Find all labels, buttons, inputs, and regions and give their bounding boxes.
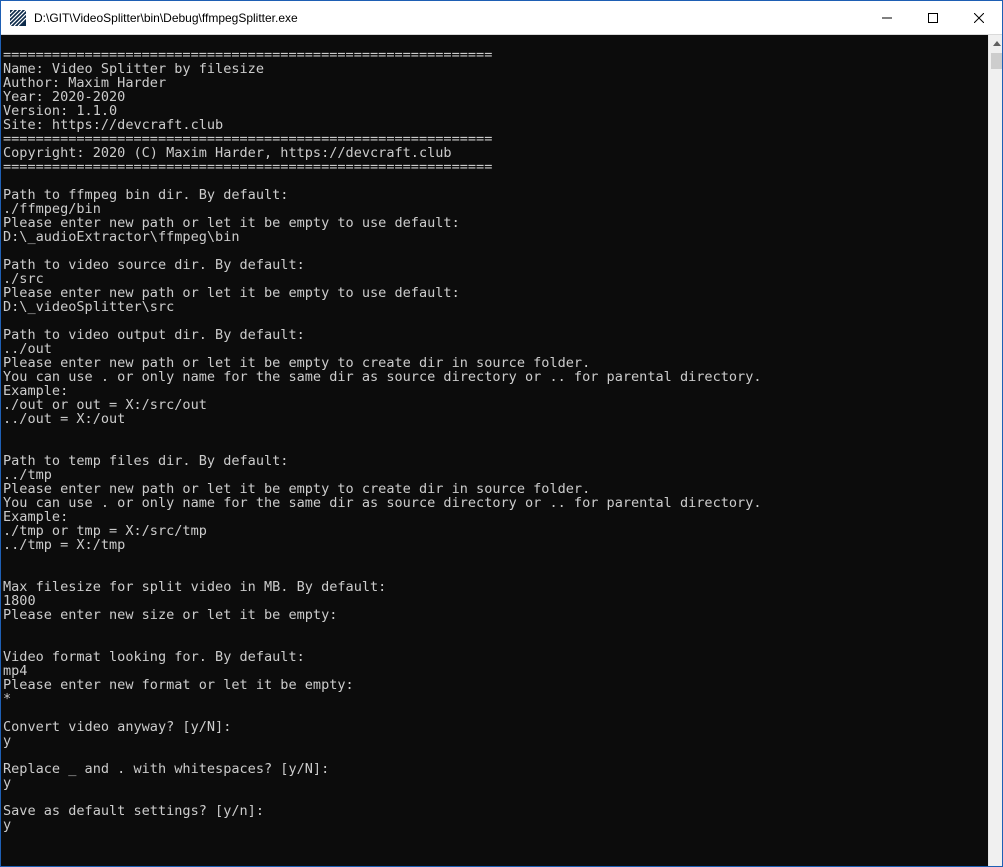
console-line: ../tmp: [3, 467, 52, 483]
console-line: You can use . or only name for the same …: [3, 495, 762, 511]
console-line: y: [3, 817, 12, 833]
console-line: Replace _ and . with whitespaces? [y/N]:: [3, 761, 330, 777]
console-line: ./tmp or tmp = X:/src/tmp: [3, 523, 207, 539]
title-bar[interactable]: D:\GIT\VideoSplitter\bin\Debug\ffmpegSpl…: [1, 1, 1002, 35]
console-line: Please enter new path or let it be empty…: [3, 481, 591, 497]
console-line: ../tmp = X:/tmp: [3, 537, 126, 553]
vertical-scrollbar[interactable]: [988, 35, 1002, 866]
console-line: Site: https://devcraft.club: [3, 117, 224, 133]
console-line: Max filesize for split video in MB. By d…: [3, 579, 387, 595]
console-line: Convert video anyway? [y/N]:: [3, 719, 232, 735]
console-window: D:\GIT\VideoSplitter\bin\Debug\ffmpegSpl…: [0, 0, 1003, 867]
console-line: y: [3, 733, 12, 749]
console-line: y: [3, 775, 12, 791]
console-line: Example:: [3, 383, 69, 399]
console-line: Example:: [3, 509, 69, 525]
console-line: ./out or out = X:/src/out: [3, 397, 207, 413]
console-line: ========================================…: [3, 159, 493, 175]
console-line: You can use . or only name for the same …: [3, 369, 762, 385]
console-line: Path to video source dir. By default:: [3, 257, 305, 273]
console-line: Video format looking for. By default:: [3, 649, 305, 665]
scrollbar-thumb[interactable]: [991, 53, 1002, 69]
console-line: Path to ffmpeg bin dir. By default:: [3, 187, 289, 203]
chevron-up-icon: [992, 41, 1001, 46]
console-line: ========================================…: [3, 47, 493, 63]
console-line: mp4: [3, 663, 28, 679]
console-line: Year: 2020-2020: [3, 89, 126, 105]
console-line: Version: 1.1.0: [3, 103, 118, 119]
console-line: Author: Maxim Harder: [3, 75, 167, 91]
console-line: ../out = X:/out: [3, 411, 126, 427]
console-line: ========================================…: [3, 131, 493, 147]
console-line: Name: Video Splitter by filesize: [3, 61, 264, 77]
console-output[interactable]: ========================================…: [1, 35, 988, 866]
console-line: Copyright: 2020 (C) Maxim Harder, https:…: [3, 145, 452, 161]
minimize-icon: [882, 17, 892, 18]
console-line: Please enter new path or let it be empty…: [3, 285, 460, 301]
console-line: Please enter new path or let it be empty…: [3, 355, 591, 371]
window-title: D:\GIT\VideoSplitter\bin\Debug\ffmpegSpl…: [34, 11, 298, 25]
console-line: Path to video output dir. By default:: [3, 327, 305, 343]
console-line: 1800: [3, 593, 36, 609]
console-line: Please enter new format or let it be emp…: [3, 677, 354, 693]
minimize-button[interactable]: [864, 1, 910, 34]
console-line: Path to temp files dir. By default:: [3, 453, 289, 469]
console-line: ./ffmpeg/bin: [3, 201, 101, 217]
scroll-up-button[interactable]: [989, 35, 1002, 52]
console-line: D:\_audioExtractor\ffmpeg\bin: [3, 229, 240, 245]
console-line: *: [3, 691, 12, 707]
console-line: Please enter new size or let it be empty…: [3, 607, 338, 623]
console-app-icon: [10, 10, 26, 26]
close-button[interactable]: [956, 1, 1002, 34]
console-line: Save as default settings? [y/n]:: [3, 803, 264, 819]
console-line: Please enter new path or let it be empty…: [3, 215, 460, 231]
maximize-button[interactable]: [910, 1, 956, 34]
console-line: ./src: [3, 271, 44, 287]
maximize-icon: [928, 12, 938, 23]
close-icon: [974, 12, 984, 23]
console-line: ../out: [3, 341, 52, 357]
console-line: D:\_videoSplitter\src: [3, 299, 175, 315]
